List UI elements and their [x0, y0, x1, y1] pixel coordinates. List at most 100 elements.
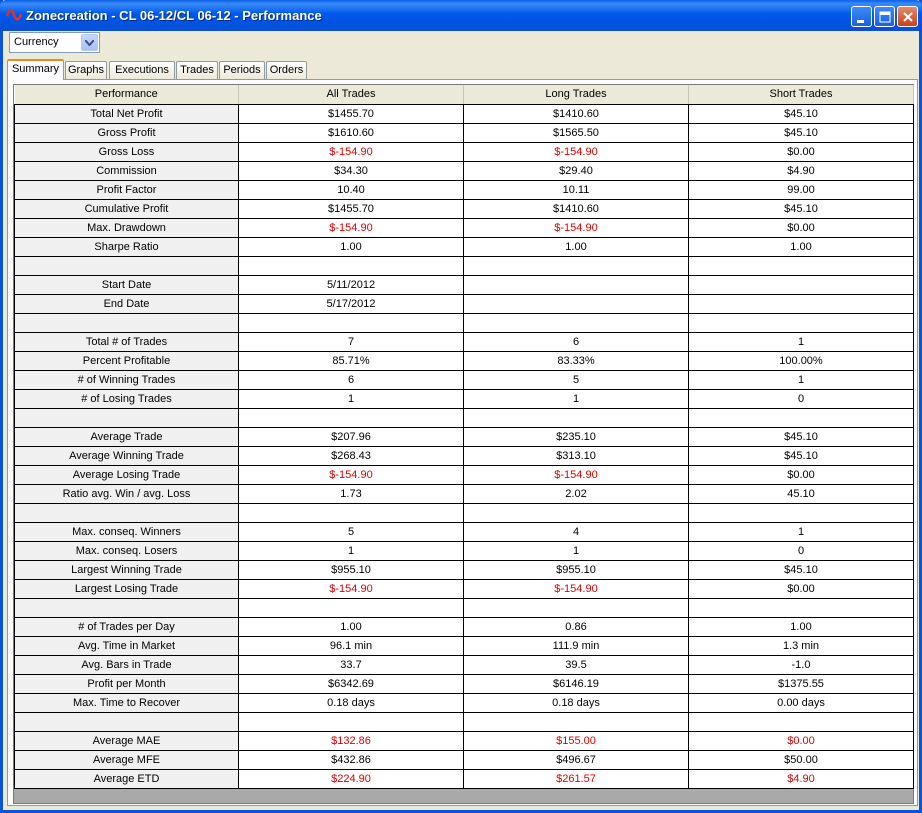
column-header[interactable]: All Trades	[238, 85, 464, 105]
table-row[interactable]	[14, 407, 914, 428]
currency-select-value: Currency	[14, 36, 59, 48]
table-row[interactable]: Cumulative Profit $1455.70 $1410.60 $45.10	[14, 198, 914, 219]
metric-value-cell-short: $0.00	[688, 730, 914, 751]
metric-label-cell: Profit Factor	[14, 179, 239, 200]
metric-value-cell-short: 45.10	[688, 483, 914, 504]
tab-executions[interactable]: Executions	[109, 61, 175, 79]
table-row[interactable]: Total # of Trades 7 6 1	[14, 331, 914, 352]
table-row[interactable]: Percent Profitable 85.71% 83.33% 100.00%	[14, 350, 914, 371]
metric-label-cell: Start Date	[14, 274, 239, 295]
metric-value-cell-short	[688, 293, 914, 314]
table-row[interactable]: # of Trades per Day 1.00 0.86 1.00	[14, 616, 914, 637]
table-row[interactable]: End Date 5/17/2012	[14, 293, 914, 314]
tab-graphs[interactable]: Graphs	[65, 61, 107, 79]
metric-value-cell-long: $261.57	[463, 768, 689, 789]
table-row[interactable]	[14, 502, 914, 523]
table-row[interactable]: Max. conseq. Winners 5 4 1	[14, 521, 914, 542]
table-row[interactable]: Gross Profit $1610.60 $1565.50 $45.10	[14, 122, 914, 143]
metric-value-cell-short	[688, 255, 914, 276]
table-row[interactable]	[14, 711, 914, 732]
metric-value-cell-short: $0.00	[688, 141, 914, 162]
table-row[interactable]: Sharpe Ratio 1.00 1.00 1.00	[14, 236, 914, 257]
metric-label-cell: Profit per Month	[14, 673, 239, 694]
performance-table: Performance All Trades Long Trades Short…	[14, 85, 914, 789]
metric-value-cell-all: $1455.70	[238, 198, 464, 219]
metric-value-cell-all: 1.00	[238, 616, 464, 637]
metric-value-cell-long: 10.11	[463, 179, 689, 200]
metric-label-cell: Max. conseq. Losers	[14, 540, 239, 561]
table-row[interactable]: Average ETD $224.90 $261.57 $4.90	[14, 768, 914, 789]
metric-label-cell: Average ETD	[14, 768, 239, 789]
table-row[interactable]: Largest Winning Trade $955.10 $955.10 $45.1…	[14, 559, 914, 580]
table-row[interactable]: Start Date 5/11/2012	[14, 274, 914, 295]
table-row[interactable]: Total Net Profit $1455.70 $1410.60 $45.10	[14, 103, 914, 124]
tab-summary[interactable]: Summary	[7, 59, 64, 80]
metric-value-cell-all: 6	[238, 369, 464, 390]
table-row[interactable]: Average Winning Trade $268.43 $313.10 $45.1…	[14, 445, 914, 466]
metric-label-cell: Max. conseq. Winners	[14, 521, 239, 542]
metric-label-cell: Total Net Profit	[14, 103, 239, 124]
metric-value-cell-long: 0.86	[463, 616, 689, 637]
table-row[interactable]: Avg. Time in Market 96.1 min 111.9 min 1.3 …	[14, 635, 914, 656]
metric-label-cell: Average Winning Trade	[14, 445, 239, 466]
table-row[interactable]	[14, 255, 914, 276]
table-row[interactable]	[14, 597, 914, 618]
currency-select[interactable]: Currency	[9, 32, 100, 53]
table-row[interactable]: Max. Time to Recover 0.18 days 0.18 days 0.…	[14, 692, 914, 713]
metric-label-cell	[14, 312, 239, 333]
summary-panel: Performance All Trades Long Trades Short…	[7, 79, 918, 806]
metric-label-cell: Average Losing Trade	[14, 464, 239, 485]
metric-label-cell: Total # of Trades	[14, 331, 239, 352]
column-header[interactable]: Performance	[14, 85, 239, 105]
table-row[interactable]: Average MAE $132.86 $155.00 $0.00	[14, 730, 914, 751]
minimize-button[interactable]	[851, 6, 872, 27]
metric-label-cell: Largest Losing Trade	[14, 578, 239, 599]
table-row[interactable]: Largest Losing Trade $-154.90 $-154.90 $0.0…	[14, 578, 914, 599]
table-row[interactable]	[14, 312, 914, 333]
table-row[interactable]: Max. Drawdown $-154.90 $-154.90 $0.00	[14, 217, 914, 238]
table-row[interactable]: Avg. Bars in Trade 33.7 39.5 -1.0	[14, 654, 914, 675]
metric-value-cell-short: $45.10	[688, 426, 914, 447]
metric-label-cell: Gross Loss	[14, 141, 239, 162]
table-row[interactable]: Gross Loss $-154.90 $-154.90 $0.00	[14, 141, 914, 162]
column-header[interactable]: Short Trades	[688, 85, 914, 105]
metric-value-cell-long: 39.5	[463, 654, 689, 675]
maximize-button[interactable]	[874, 6, 895, 27]
table-row[interactable]: # of Winning Trades 6 5 1	[14, 369, 914, 390]
title-bar[interactable]: Zonecreation - CL 06-12/CL 06-12 - Perfo…	[0, 0, 922, 31]
metric-value-cell-long: 2.02	[463, 483, 689, 504]
table-row[interactable]: Profit per Month $6342.69 $6146.19 $1375.55	[14, 673, 914, 694]
column-header[interactable]: Long Trades	[463, 85, 689, 105]
close-button[interactable]	[897, 6, 918, 27]
metric-value-cell-long: $496.67	[463, 749, 689, 770]
metric-value-cell-long: $6146.19	[463, 673, 689, 694]
metric-value-cell-long: $29.40	[463, 160, 689, 181]
table-row[interactable]: Ratio avg. Win / avg. Loss 1.73 2.02 45.10	[14, 483, 914, 504]
metric-label-cell: Avg. Time in Market	[14, 635, 239, 656]
metric-label-cell: Ratio avg. Win / avg. Loss	[14, 483, 239, 504]
metric-label-cell: Max. Drawdown	[14, 217, 239, 238]
tab-orders[interactable]: Orders	[266, 61, 307, 79]
window-title: Zonecreation - CL 06-12/CL 06-12 - Perfo…	[26, 8, 322, 23]
metric-value-cell-long	[463, 312, 689, 333]
metric-label-cell	[14, 407, 239, 428]
metric-value-cell-all: 1.00	[238, 236, 464, 257]
metric-label-cell: # of Trades per Day	[14, 616, 239, 637]
metric-value-cell-all: 85.71%	[238, 350, 464, 371]
table-row[interactable]: Average MFE $432.86 $496.67 $50.00	[14, 749, 914, 770]
table-row[interactable]: Max. conseq. Losers 1 1 0	[14, 540, 914, 561]
metric-value-cell-short: $1375.55	[688, 673, 914, 694]
table-row[interactable]: Average Losing Trade $-154.90 $-154.90 $0.0…	[14, 464, 914, 485]
metric-value-cell-long	[463, 293, 689, 314]
table-row[interactable]: Average Trade $207.96 $235.10 $45.10	[14, 426, 914, 447]
table-row[interactable]: Commission $34.30 $29.40 $4.90	[14, 160, 914, 181]
table-row[interactable]: # of Losing Trades 1 1 0	[14, 388, 914, 409]
dropdown-button[interactable]	[81, 34, 98, 51]
metric-value-cell-all	[238, 711, 464, 732]
tab-periods[interactable]: Periods	[219, 61, 265, 79]
metric-value-cell-long: 83.33%	[463, 350, 689, 371]
metric-value-cell-short	[688, 711, 914, 732]
metric-value-cell-long	[463, 274, 689, 295]
tab-trades[interactable]: Trades	[176, 61, 218, 79]
table-row[interactable]: Profit Factor 10.40 10.11 99.00	[14, 179, 914, 200]
